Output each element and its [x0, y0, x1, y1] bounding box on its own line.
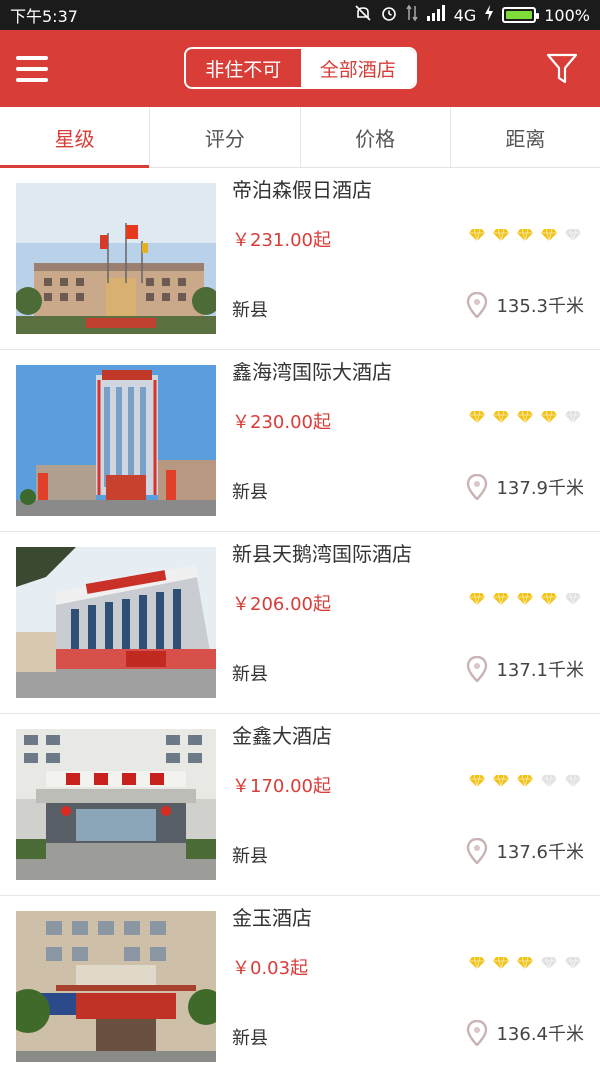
- status-time: 下午5:37: [10, 7, 78, 26]
- diamond-filled-icon: [517, 592, 533, 606]
- hotel-area: 新县: [232, 664, 268, 685]
- hotel-distance: 135.3千米: [466, 292, 584, 318]
- diamond-filled-icon: [469, 956, 485, 970]
- hotel-photo: [16, 547, 216, 698]
- diamond-empty-icon: [541, 774, 557, 788]
- hotel-list: 帝泊森假日酒店 ￥231.00起 新县 135.3千米 鑫海湾国际大酒店 ￥23…: [0, 168, 600, 1067]
- diamond-filled-icon: [517, 774, 533, 788]
- hotel-distance: 137.9千米: [466, 474, 584, 500]
- filter-icon[interactable]: [546, 52, 578, 86]
- hotel-area: 新县: [232, 300, 268, 321]
- diamond-empty-icon: [565, 774, 581, 788]
- data-arrows-icon: [406, 4, 418, 26]
- distance-value: 137.9千米: [496, 478, 584, 499]
- tab-star-rating[interactable]: 星级: [0, 107, 151, 168]
- star-rating: [468, 592, 582, 606]
- diamond-filled-icon: [469, 592, 485, 606]
- location-pin-icon: [467, 656, 488, 682]
- hotel-list-item[interactable]: 帝泊森假日酒店 ￥231.00起 新县 135.3千米: [0, 168, 600, 350]
- hotel-price: ￥230.00起: [232, 412, 331, 433]
- diamond-filled-icon: [493, 774, 509, 788]
- network-type: 4G: [453, 5, 477, 25]
- hotel-distance: 137.6千米: [466, 838, 584, 864]
- location-pin-icon: [467, 292, 488, 318]
- battery-percent: 100%: [544, 5, 590, 25]
- tab-distance[interactable]: 距离: [451, 107, 600, 167]
- hotel-distance: 137.1千米: [466, 656, 584, 682]
- tab-score[interactable]: 评分: [150, 107, 301, 167]
- hotel-area: 新县: [232, 846, 268, 867]
- diamond-filled-icon: [541, 410, 557, 424]
- diamond-empty-icon: [541, 956, 557, 970]
- hotel-price: ￥0.03起: [232, 958, 309, 979]
- hotel-photo: [16, 911, 216, 1062]
- diamond-filled-icon: [493, 956, 509, 970]
- hotel-type-switch: 非住不可 全部酒店: [184, 47, 417, 89]
- hotel-photo: [16, 729, 216, 880]
- alarm-icon: [380, 4, 398, 26]
- location-pin-icon: [467, 838, 488, 864]
- location-pin-icon: [467, 1020, 488, 1046]
- hotel-photo: [16, 365, 216, 516]
- diamond-filled-icon: [517, 228, 533, 242]
- distance-value: 137.6千米: [496, 842, 584, 863]
- star-rating: [468, 228, 582, 242]
- star-rating: [468, 956, 582, 970]
- segment-all-hotels[interactable]: 全部酒店: [300, 49, 415, 87]
- diamond-filled-icon: [493, 592, 509, 606]
- diamond-empty-icon: [565, 410, 581, 424]
- star-rating: [468, 410, 582, 424]
- diamond-filled-icon: [493, 410, 509, 424]
- diamond-filled-icon: [469, 410, 485, 424]
- diamond-filled-icon: [517, 956, 533, 970]
- diamond-filled-icon: [493, 228, 509, 242]
- hotel-name: 帝泊森假日酒店: [232, 178, 372, 202]
- distance-value: 136.4千米: [496, 1024, 584, 1045]
- tab-price[interactable]: 价格: [301, 107, 451, 167]
- hotel-price: ￥170.00起: [232, 776, 331, 797]
- hotel-area: 新县: [232, 1028, 268, 1049]
- battery-icon: [502, 7, 540, 23]
- charging-icon: [484, 5, 494, 25]
- menu-icon[interactable]: [16, 55, 48, 82]
- diamond-filled-icon: [541, 228, 557, 242]
- diamond-empty-icon: [565, 228, 581, 242]
- hotel-photo: [16, 183, 216, 334]
- location-pin-icon: [467, 474, 488, 500]
- hotel-list-item[interactable]: 新县天鹅湾国际酒店 ￥206.00起 新县 137.1千米: [0, 532, 600, 714]
- hotel-price: ￥231.00起: [232, 230, 331, 251]
- star-rating: [468, 774, 582, 788]
- diamond-filled-icon: [469, 228, 485, 242]
- distance-value: 137.1千米: [496, 660, 584, 681]
- hotel-distance: 136.4千米: [466, 1020, 584, 1046]
- hotel-area: 新县: [232, 482, 268, 503]
- diamond-filled-icon: [541, 592, 557, 606]
- mute-icon: [354, 4, 372, 26]
- app-header: 非住不可 全部酒店: [0, 30, 600, 107]
- hotel-name: 新县天鹅湾国际酒店: [232, 542, 412, 566]
- hotel-name: 金玉酒店: [232, 906, 312, 930]
- diamond-empty-icon: [565, 592, 581, 606]
- segment-must-stay[interactable]: 非住不可: [186, 49, 301, 87]
- hotel-name: 金鑫大酒店: [232, 724, 332, 748]
- distance-value: 135.3千米: [496, 296, 584, 317]
- diamond-filled-icon: [469, 774, 485, 788]
- diamond-filled-icon: [517, 410, 533, 424]
- hotel-name: 鑫海湾国际大酒店: [232, 360, 392, 384]
- hotel-list-item[interactable]: 金玉酒店 ￥0.03起 新县 136.4千米: [0, 896, 600, 1067]
- status-bar: 下午5:37 4G 100%: [0, 0, 600, 30]
- hotel-list-item[interactable]: 金鑫大酒店 ￥170.00起 新县 137.6千米: [0, 714, 600, 896]
- sort-tabs: 星级 评分 价格 距离: [0, 107, 600, 168]
- hotel-list-item[interactable]: 鑫海湾国际大酒店 ￥230.00起 新县 137.9千米: [0, 350, 600, 532]
- signal-icon: [426, 5, 446, 25]
- app-root: 下午5:37 4G 100% 非住不可 全部酒店 星级 评分 价格 距离 帝泊森…: [0, 0, 600, 1067]
- status-icons: 4G 100%: [354, 4, 590, 26]
- hotel-price: ￥206.00起: [232, 594, 331, 615]
- diamond-empty-icon: [565, 956, 581, 970]
